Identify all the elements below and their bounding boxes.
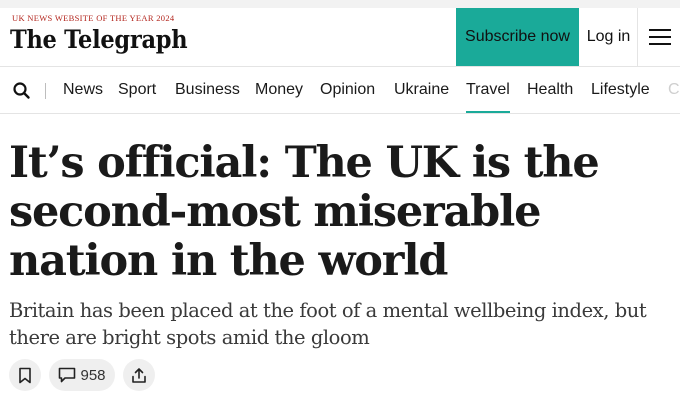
nav-item-opinion[interactable]: Opinion — [320, 67, 375, 113]
menu-button[interactable] — [639, 8, 680, 66]
comment-icon — [59, 367, 76, 383]
share-button[interactable] — [123, 359, 155, 391]
nav-item-money[interactable]: Money — [255, 67, 303, 113]
nav-item-news[interactable]: News — [63, 67, 103, 113]
nav-item-business[interactable]: Business — [175, 67, 240, 113]
nav-divider — [45, 83, 46, 99]
bookmark-icon — [19, 367, 31, 383]
hamburger-menu-icon — [648, 29, 671, 45]
section-nav: News Sport Business Money Opinion Ukrain… — [0, 66, 680, 114]
site-header: UK NEWS WEBSITE OF THE YEAR 2024 The Tel… — [0, 8, 680, 66]
subscribe-button[interactable]: Subscribe now — [456, 8, 579, 66]
article-standfirst: Britain has been placed at the foot of a… — [9, 299, 647, 349]
telegraph-logo[interactable]: The Telegraph — [10, 25, 188, 54]
article-headline: It’s official: The UK is the second-most… — [9, 138, 600, 286]
nav-search-button[interactable] — [12, 81, 32, 101]
login-button[interactable]: Log in — [580, 8, 638, 66]
award-label: UK NEWS WEBSITE OF THE YEAR 2024 — [12, 13, 175, 23]
nav-item-health[interactable]: Health — [527, 67, 573, 113]
nav-item-sport[interactable]: Sport — [118, 67, 156, 113]
comments-button[interactable]: 958 — [49, 359, 115, 391]
nav-item-travel[interactable]: Travel — [466, 67, 510, 113]
nav-item-lifestyle[interactable]: Lifestyle — [591, 67, 650, 113]
bookmark-button[interactable] — [9, 359, 41, 391]
top-strip — [0, 0, 680, 8]
nav-item-ukraine[interactable]: Ukraine — [394, 67, 449, 113]
nav-item-partial[interactable]: C — [668, 67, 680, 113]
search-icon — [13, 82, 30, 99]
comment-count: 958 — [80, 366, 106, 384]
share-icon — [132, 367, 146, 383]
